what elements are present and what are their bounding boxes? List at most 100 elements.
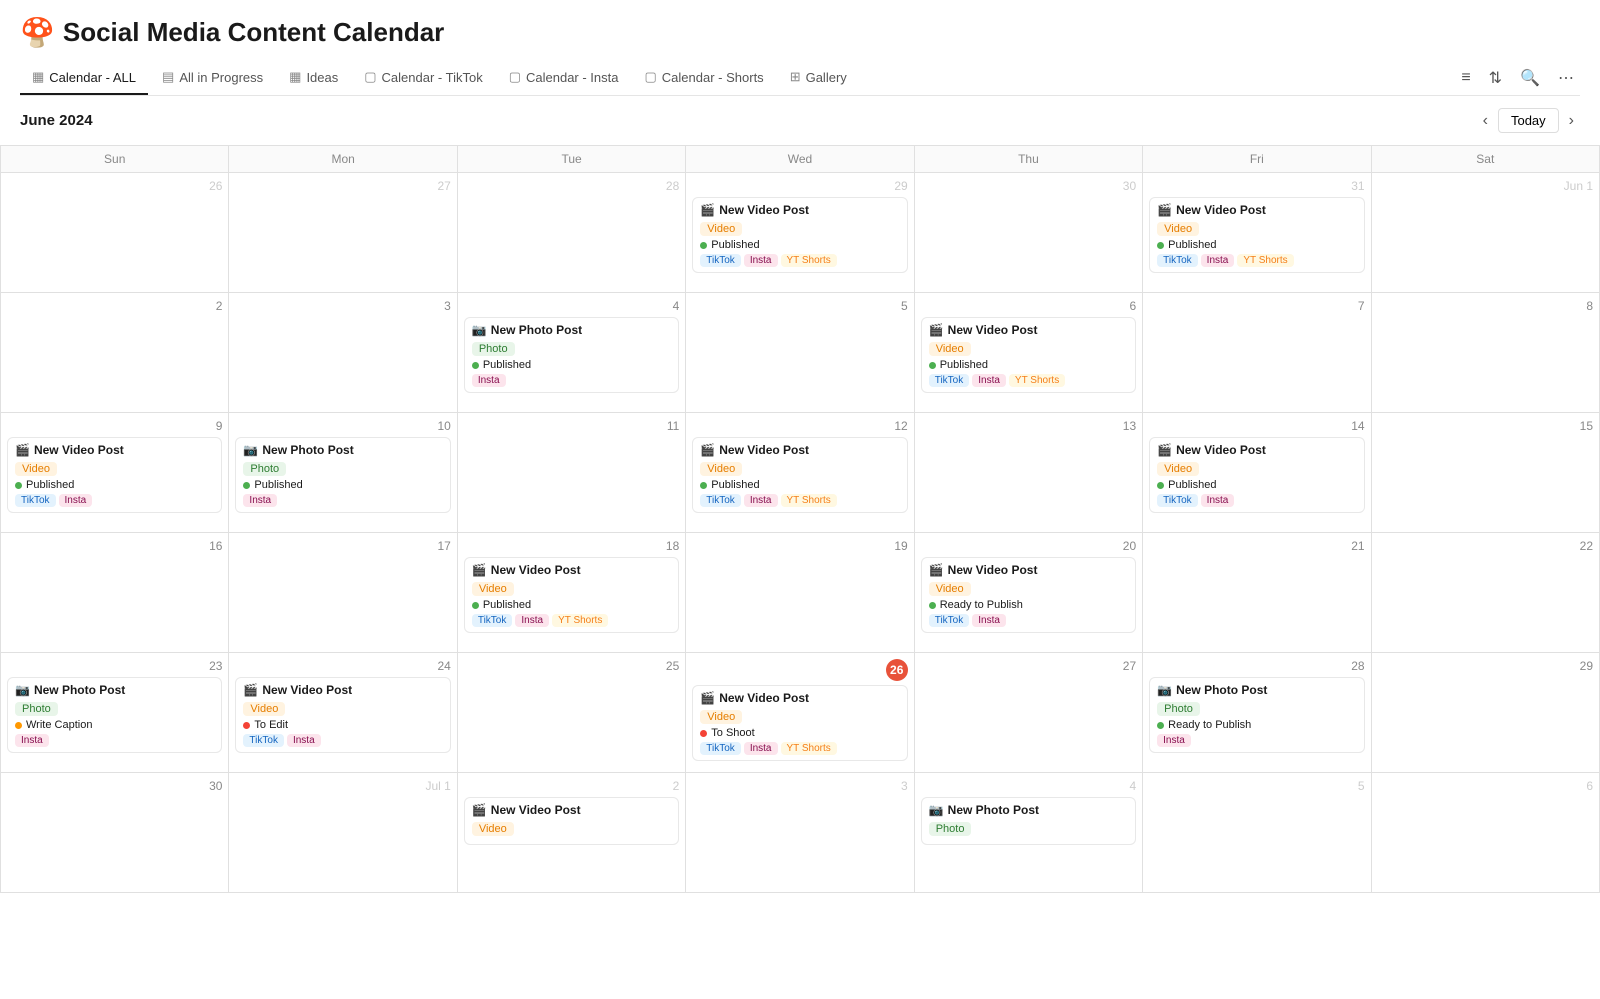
calendar-event[interactable]: 🎬New Video PostVideoTo ShootTikTokInstaY…: [692, 685, 907, 761]
day-cell: 3: [229, 293, 457, 413]
calendar-event[interactable]: 🎬New Video PostVideoReady to PublishTikT…: [921, 557, 1136, 633]
day-number: 3: [692, 779, 907, 793]
day-cell: 5: [1143, 773, 1371, 893]
calendar-event[interactable]: 🎬New Video PostVideoPublishedTikTokInsta…: [692, 437, 907, 513]
event-type-tag: Photo: [929, 822, 972, 836]
calendar-event[interactable]: 📷New Photo PostPhotoWrite CaptionInsta: [7, 677, 222, 753]
nav-icon-calendar-shorts: ▢: [645, 69, 657, 85]
status-dot: [700, 242, 707, 249]
event-emoji: 🎬: [243, 683, 258, 697]
event-emoji: 🎬: [929, 323, 944, 337]
event-status: Published: [929, 359, 1128, 371]
event-title: 📷New Photo Post: [15, 683, 214, 697]
day-number: 11: [464, 419, 679, 433]
status-text: Published: [483, 359, 531, 371]
event-platforms: TikTokInstaYT Shorts: [472, 614, 671, 627]
day-cell: 30: [1, 773, 229, 893]
calendar-event[interactable]: 🎬New Video PostVideoPublishedTikTokInsta…: [692, 197, 907, 273]
status-dot: [929, 362, 936, 369]
day-cell: Jul 1: [229, 773, 457, 893]
platform-tag: TikTok: [929, 374, 970, 387]
status-dot: [15, 722, 22, 729]
nav-item-calendar-insta[interactable]: ▢Calendar - Insta: [497, 61, 631, 95]
day-header-thu: Thu: [915, 146, 1143, 173]
event-title-text: New Video Post: [262, 683, 352, 697]
event-title: 📷New Photo Post: [472, 323, 671, 337]
next-arrow[interactable]: ›: [1563, 110, 1580, 132]
nav-label-calendar-all: Calendar - ALL: [49, 70, 136, 85]
platform-tag: TikTok: [700, 742, 741, 755]
event-platforms: Insta: [15, 734, 214, 747]
status-text: Published: [1168, 239, 1216, 251]
platform-tag: TikTok: [1157, 494, 1198, 507]
more-button[interactable]: ⋯: [1552, 64, 1580, 92]
day-number: 4: [921, 779, 1136, 793]
calendar-event[interactable]: 📷New Photo PostPhotoPublishedInsta: [235, 437, 450, 513]
event-emoji: 📷: [929, 803, 944, 817]
event-platforms: Insta: [243, 494, 442, 507]
sort-button[interactable]: ⇅: [1483, 64, 1508, 92]
status-dot: [700, 730, 707, 737]
prev-arrow[interactable]: ‹: [1477, 110, 1494, 132]
day-cell: 22: [1372, 533, 1600, 653]
event-emoji: 🎬: [472, 803, 487, 817]
event-status: Write Caption: [15, 719, 214, 731]
day-header-tue: Tue: [458, 146, 686, 173]
nav-item-ideas[interactable]: ▦Ideas: [277, 61, 350, 95]
event-title: 🎬New Video Post: [700, 691, 899, 705]
event-title: 🎬New Video Post: [929, 563, 1128, 577]
nav-item-all-in-progress[interactable]: ▤All in Progress: [150, 61, 275, 95]
nav-item-calendar-shorts[interactable]: ▢ Calendar - Shorts: [633, 61, 776, 95]
filter-button[interactable]: ≡: [1455, 65, 1476, 91]
event-type-tag: Video: [929, 582, 971, 596]
nav-label-ideas: Ideas: [306, 70, 338, 85]
event-title: 🎬 New Video Post: [243, 683, 442, 697]
day-cell: 15: [1372, 413, 1600, 533]
event-status: Published: [243, 479, 442, 491]
day-cell: 21: [1143, 533, 1371, 653]
platform-tag: YT Shorts: [781, 494, 837, 507]
calendar-event[interactable]: 🎬New Video PostVideoPublishedTikTokInsta: [7, 437, 222, 513]
event-emoji: 🎬: [700, 443, 715, 457]
nav-item-calendar-all[interactable]: ▦Calendar - ALL: [20, 61, 148, 95]
event-type-tag: Video: [243, 702, 285, 716]
calendar-event[interactable]: 📷New Photo PostPhotoPublishedInsta: [464, 317, 679, 393]
day-number: 26: [7, 179, 222, 193]
nav-item-gallery[interactable]: ⊞Gallery: [778, 61, 859, 95]
calendar-event[interactable]: 🎬New Video PostVideoPublishedTikTokInsta: [1149, 437, 1364, 513]
today-button[interactable]: Today: [1498, 108, 1559, 133]
day-number: 19: [692, 539, 907, 553]
platform-tag: Insta: [243, 494, 277, 507]
event-type-tag: Video: [700, 222, 742, 236]
event-emoji: 🎬: [1157, 443, 1172, 457]
calendar-event[interactable]: 📷New Photo PostPhoto: [921, 797, 1136, 845]
title-text: Social Media Content Calendar: [63, 17, 444, 48]
day-cell: 4 📷New Photo PostPhoto: [915, 773, 1143, 893]
day-cell: 4📷New Photo PostPhotoPublishedInsta: [458, 293, 686, 413]
day-number: 10: [235, 419, 450, 433]
nav-item-calendar-tiktok[interactable]: ▢Calendar - TikTok: [352, 61, 494, 95]
day-cell: 7: [1143, 293, 1371, 413]
event-title: 🎬New Video Post: [700, 203, 899, 217]
day-number: 17: [235, 539, 450, 553]
status-dot: [15, 482, 22, 489]
calendar-event[interactable]: 🎬New Video PostVideo: [464, 797, 679, 845]
day-number: 14: [1149, 419, 1364, 433]
status-text: To Shoot: [711, 727, 754, 739]
search-button[interactable]: 🔍: [1514, 64, 1546, 92]
status-dot: [700, 482, 707, 489]
nav-label-calendar-shorts: Calendar - Shorts: [662, 70, 764, 85]
day-number: 28: [464, 179, 679, 193]
calendar-event[interactable]: 🎬New Video PostVideoPublishedTikTokInsta…: [1149, 197, 1364, 273]
calendar-event[interactable]: 🎬New Video PostVideoPublishedTikTokInsta…: [921, 317, 1136, 393]
calendar-event[interactable]: 🎬New Video PostVideoPublishedTikTokInsta…: [464, 557, 679, 633]
nav-icon-calendar-insta: ▢: [509, 69, 521, 85]
event-status: Published: [472, 599, 671, 611]
calendar-event[interactable]: 📷New Photo PostPhotoReady to PublishInst…: [1149, 677, 1364, 753]
nav-bar: ▦Calendar - ALL▤All in Progress▦Ideas▢Ca…: [20, 61, 1580, 96]
nav-label-all-in-progress: All in Progress: [179, 70, 263, 85]
day-number: 7: [1149, 299, 1364, 313]
calendar-event[interactable]: 🎬New Video PostVideoTo EditTikTokInsta: [235, 677, 450, 753]
calendar-grid: SunMonTueWedThuFriSat26272829🎬New Video …: [0, 145, 1600, 893]
day-cell: 13: [915, 413, 1143, 533]
